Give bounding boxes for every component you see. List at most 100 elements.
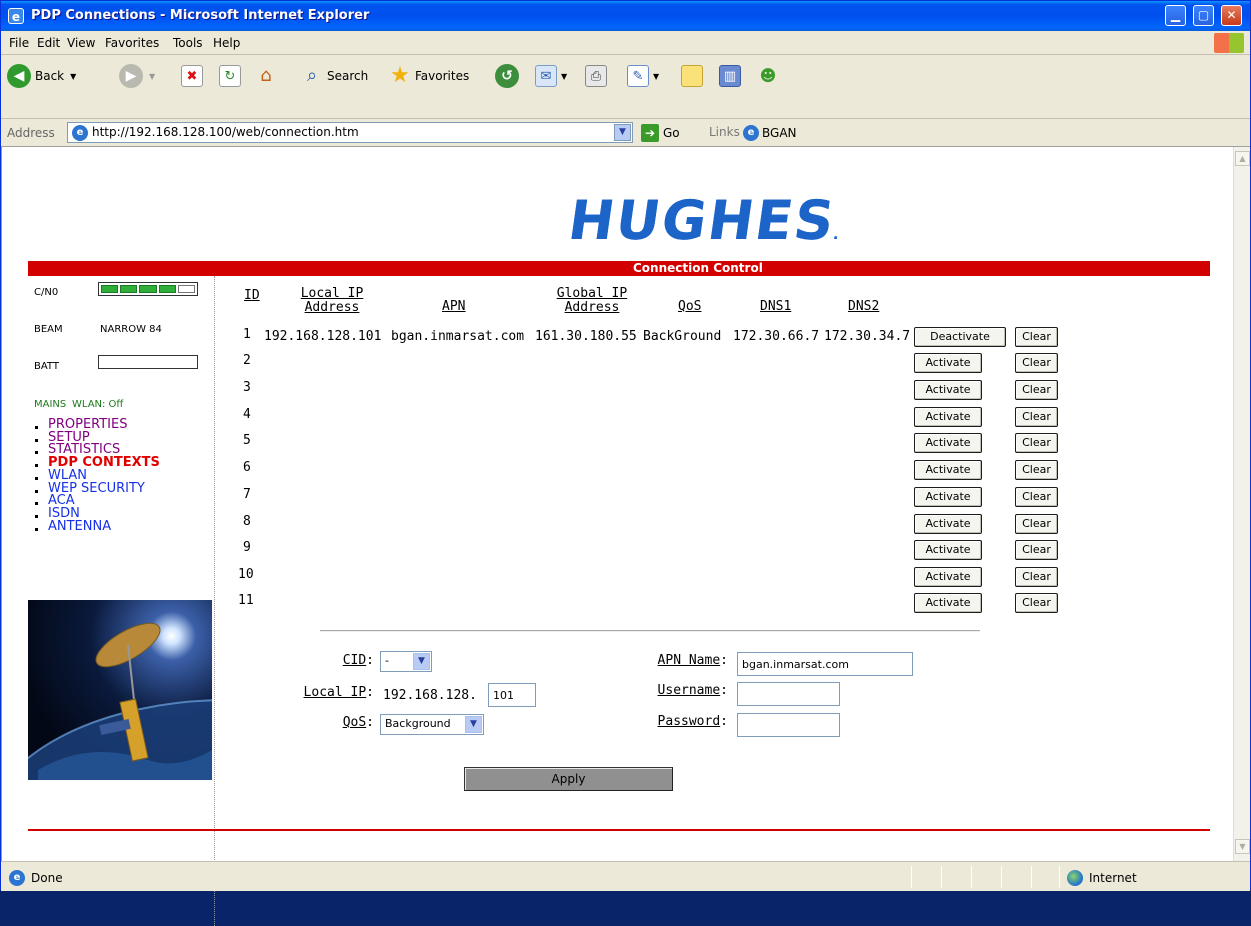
cell-id: 10 (238, 567, 254, 582)
local-ip-suffix-input[interactable]: 101 (488, 683, 536, 707)
home-button[interactable]: ⌂ (255, 63, 277, 89)
refresh-button[interactable]: ↻ (219, 63, 241, 89)
battery-meter (98, 355, 198, 369)
search-label: Search (327, 69, 369, 83)
status-panel-divider (911, 866, 912, 888)
stop-button[interactable]: ✖ (181, 63, 203, 89)
clear-button[interactable]: Clear (1015, 593, 1058, 613)
password-label-text: Password (657, 714, 721, 729)
username-input[interactable] (737, 682, 840, 706)
apply-button[interactable]: Apply (464, 767, 673, 791)
mail-button[interactable]: ✉ ▼ (535, 63, 567, 89)
password-input[interactable] (737, 713, 840, 737)
qos-value: Background (385, 717, 451, 730)
cell-qos: BackGround (643, 329, 722, 344)
clear-button[interactable]: Clear (1015, 380, 1058, 400)
activate-button[interactable]: Activate (914, 487, 982, 507)
activate-button[interactable]: Activate (914, 567, 982, 587)
cell-id: 4 (243, 407, 251, 422)
scroll-up-icon[interactable]: ▲ (1235, 151, 1250, 166)
windows-flag-icon (1214, 33, 1244, 53)
edit-button[interactable]: ✎ ▼ (627, 63, 659, 89)
scroll-down-icon[interactable]: ▼ (1235, 839, 1250, 854)
status-panel-divider (971, 866, 972, 888)
activate-button[interactable]: Activate (914, 540, 982, 560)
search-button[interactable]: ⌕ Search (301, 63, 368, 89)
clear-button[interactable]: Clear (1015, 433, 1058, 453)
menu-tools[interactable]: Tools (173, 36, 203, 50)
header-global-ip-line1: Global IP (556, 286, 628, 301)
clear-button[interactable]: Clear (1015, 327, 1058, 347)
discuss-button[interactable] (681, 63, 703, 89)
section-header-bar: Connection Control (28, 261, 1210, 276)
activate-button[interactable]: Activate (914, 380, 982, 400)
minimize-button[interactable]: ▁ (1165, 5, 1186, 26)
section-title: Connection Control (633, 261, 763, 275)
activate-button[interactable]: Activate (914, 407, 982, 427)
deactivate-button[interactable]: Deactivate (914, 327, 1006, 347)
qos-label: QoS: (342, 715, 374, 730)
close-button[interactable]: ✕ (1221, 5, 1242, 26)
back-label: Back (35, 69, 65, 83)
menu-help[interactable]: Help (213, 36, 240, 50)
status-panel-divider (1059, 866, 1060, 888)
signal-meter (98, 282, 198, 296)
clear-button[interactable]: Clear (1015, 567, 1058, 587)
signal-segment (177, 285, 196, 293)
apn-name-label-text: APN Name (657, 653, 721, 668)
status-panel-divider (1001, 866, 1002, 888)
activate-button[interactable]: Activate (914, 353, 982, 373)
menu-file[interactable]: File (9, 36, 29, 50)
header-qos: QoS (678, 299, 702, 314)
print-button[interactable]: ⎙ (585, 63, 607, 89)
clear-button[interactable]: Clear (1015, 407, 1058, 427)
menu-view[interactable]: View (67, 36, 95, 50)
clear-button[interactable]: Clear (1015, 540, 1058, 560)
address-bar: Address e http://192.168.128.100/web/con… (1, 119, 1250, 147)
forward-button[interactable]: ▶ ▼ (119, 63, 155, 89)
username-label-text: Username (657, 683, 721, 698)
header-local-ip-line1: Local IP (300, 286, 364, 301)
go-button[interactable]: ➔ Go (641, 124, 680, 142)
books-icon: ▥ (719, 65, 741, 87)
cell-id: 2 (243, 353, 251, 368)
dropdown-arrow-icon: ▼ (70, 71, 77, 81)
back-button[interactable]: ◀ Back ▼ (7, 63, 76, 89)
cid-select[interactable]: - ▼ (380, 651, 432, 672)
activate-button[interactable]: Activate (914, 514, 982, 534)
favorites-button[interactable]: ★ Favorites (389, 63, 469, 89)
edit-page-icon: ✎ (627, 65, 649, 87)
cell-id: 6 (243, 460, 251, 475)
favorites-label: Favorites (415, 69, 470, 83)
menu-bar: File Edit View Favorites Tools Help (1, 31, 1250, 55)
header-global-ip: Global IP Address (553, 287, 631, 315)
window-title: PDP Connections - Microsoft Internet Exp… (31, 8, 370, 23)
dropdown-arrow-icon: ▼ (149, 71, 156, 81)
vertical-scrollbar[interactable]: ▲ ▼ (1233, 147, 1250, 861)
back-arrow-icon: ◀ (7, 64, 31, 88)
clear-button[interactable]: Clear (1015, 460, 1058, 480)
activate-button[interactable]: Activate (914, 433, 982, 453)
clear-button[interactable]: Clear (1015, 514, 1058, 534)
apn-name-input[interactable]: bgan.inmarsat.com (737, 652, 913, 676)
maximize-button[interactable]: ▢ (1193, 5, 1214, 26)
activate-button[interactable]: Activate (914, 460, 982, 480)
page-content: HUGHES. Connection Control C/N0 BEAM NAR… (1, 147, 1233, 926)
nav-antenna[interactable]: ANTENNA (34, 520, 160, 534)
activate-button[interactable]: Activate (914, 593, 982, 613)
signal-segment (120, 285, 138, 293)
history-button[interactable]: ↺ (495, 63, 519, 89)
menu-favorites[interactable]: Favorites (105, 36, 159, 50)
header-dns2: DNS2 (848, 299, 880, 314)
messenger-button[interactable]: ☻ (757, 63, 779, 89)
clear-button[interactable]: Clear (1015, 487, 1058, 507)
chevron-down-icon[interactable]: ▼ (614, 124, 631, 141)
wlan-status: WLAN: Off (72, 399, 124, 410)
clear-button[interactable]: Clear (1015, 353, 1058, 373)
menu-edit[interactable]: Edit (37, 36, 60, 50)
printer-icon: ⎙ (585, 65, 607, 87)
qos-select[interactable]: Background ▼ (380, 714, 484, 735)
address-input[interactable]: e http://192.168.128.100/web/connection.… (67, 122, 633, 143)
research-button[interactable]: ▥ (719, 63, 741, 89)
link-bgan[interactable]: e BGAN (743, 125, 797, 141)
